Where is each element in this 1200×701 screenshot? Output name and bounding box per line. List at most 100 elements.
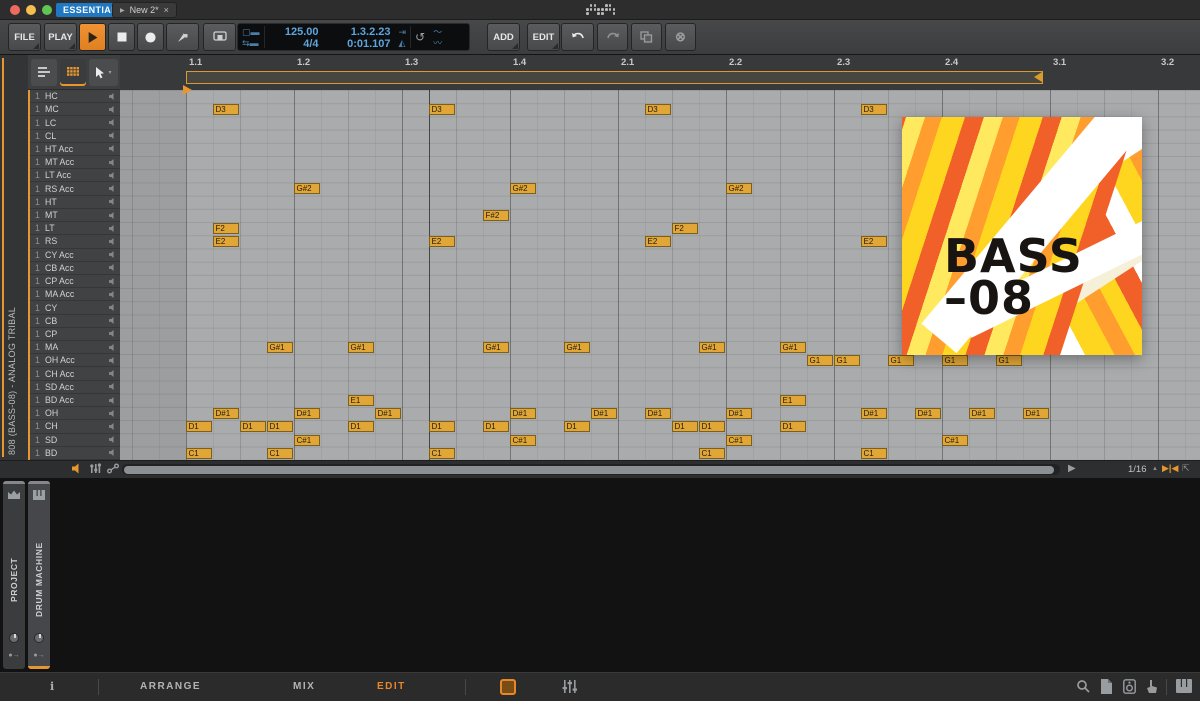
- note-e2[interactable]: E2: [213, 236, 239, 248]
- undo-button[interactable]: [561, 23, 594, 51]
- track-mute-speaker-icon[interactable]: [109, 171, 116, 179]
- note-d3[interactable]: D3: [861, 104, 887, 116]
- view-tab-arrange[interactable]: ARRANGE: [140, 681, 201, 692]
- note-e1[interactable]: E1: [348, 394, 374, 406]
- track-mute-speaker-icon[interactable]: [109, 277, 116, 285]
- track-mute-speaker-icon[interactable]: [109, 185, 116, 193]
- note-d1[interactable]: D1: [186, 421, 212, 433]
- record-button[interactable]: [137, 23, 164, 51]
- note-d3[interactable]: D3: [213, 104, 239, 116]
- note-ds1[interactable]: D#1: [726, 408, 752, 420]
- timesig-value[interactable]: 4/4: [269, 38, 318, 50]
- maximize-window-button[interactable]: [42, 5, 52, 15]
- note-e2[interactable]: E2: [429, 236, 455, 248]
- track-row-sd[interactable]: 1 SD: [28, 434, 120, 447]
- track-row-ma[interactable]: 1 MA: [28, 341, 120, 355]
- snap-stepper-icon[interactable]: ▲: [1152, 466, 1158, 472]
- note-gs2[interactable]: G#2: [294, 183, 320, 195]
- punch-in-icon[interactable]: ⇥: [399, 27, 407, 37]
- note-cs1[interactable]: C#1: [510, 434, 536, 446]
- note-gs1[interactable]: G#1: [483, 342, 509, 354]
- timeline-ruler[interactable]: 1.1 1.2 1.3 1.4 2.1 2.2 2.3 2.4 3.1 3.2: [120, 55, 1200, 95]
- track-mute-speaker-icon[interactable]: [109, 290, 116, 298]
- note-d1[interactable]: D1: [429, 421, 455, 433]
- track-mute-speaker-icon[interactable]: [109, 383, 116, 391]
- knob-panel-icon[interactable]: [34, 633, 44, 643]
- note-ds1[interactable]: D#1: [1023, 408, 1049, 420]
- track-row-ht-acc[interactable]: 1 HT Acc: [28, 143, 120, 157]
- track-mute-speaker-icon[interactable]: [109, 330, 116, 338]
- note-d1[interactable]: D1: [240, 421, 266, 433]
- tab-close-icon[interactable]: ×: [164, 5, 169, 15]
- scrollbar-thumb[interactable]: [124, 465, 1054, 474]
- note-d1[interactable]: D1: [267, 421, 293, 433]
- audio-engine-icon[interactable]: [1123, 679, 1136, 699]
- note-cs1[interactable]: C#1: [726, 434, 752, 446]
- note-d1[interactable]: D1: [780, 421, 806, 433]
- touch-mode-icon[interactable]: [1146, 679, 1159, 699]
- delete-button[interactable]: ⊗: [665, 23, 696, 51]
- track-row-mt[interactable]: 1 MT: [28, 209, 120, 223]
- track-mute-speaker-icon[interactable]: [109, 317, 116, 325]
- loop-end-handle[interactable]: [1034, 72, 1042, 82]
- tempo-value[interactable]: 125.00: [269, 26, 319, 38]
- track-mute-speaker-icon[interactable]: [109, 409, 116, 417]
- arranger-loop-icon[interactable]: ▢▬: [242, 27, 260, 37]
- track-row-cy[interactable]: 1 CY: [28, 301, 120, 315]
- track-row-cy-acc[interactable]: 1 CY Acc: [28, 249, 120, 262]
- note-e1[interactable]: E1: [780, 394, 806, 406]
- note-ds1[interactable]: D#1: [375, 408, 401, 420]
- note-gs2[interactable]: G#2: [510, 183, 536, 195]
- stop-button[interactable]: [108, 23, 135, 51]
- track-row-rs-acc[interactable]: 1 RS Acc: [28, 182, 120, 196]
- note-c1[interactable]: C1: [429, 447, 455, 459]
- track-mute-speaker-icon[interactable]: [109, 198, 116, 206]
- swing-straight-icon[interactable]: 〜: [433, 27, 442, 37]
- play-button[interactable]: [79, 23, 106, 51]
- info-icon[interactable]: i: [50, 680, 54, 693]
- view-tab-mix[interactable]: MIX: [293, 681, 315, 692]
- note-c1[interactable]: C1: [861, 447, 887, 459]
- note-gs1[interactable]: G#1: [780, 342, 806, 354]
- modulation-icon[interactable]: ●→: [33, 652, 44, 659]
- note-ds1[interactable]: D#1: [294, 408, 320, 420]
- track-row-mt-acc[interactable]: 1 MT Acc: [28, 156, 120, 170]
- track-row-sd-acc[interactable]: 1 SD Acc: [28, 381, 120, 394]
- tab-drum-machine[interactable]: DRUM MACHINE ●→: [28, 481, 50, 669]
- track-row-ma-acc[interactable]: 1 MA Acc: [28, 288, 120, 302]
- playback-start-marker[interactable]: [183, 85, 192, 95]
- track-row-lc[interactable]: 1 LC: [28, 116, 120, 130]
- track-row-lt-acc[interactable]: 1 LT Acc: [28, 169, 120, 183]
- note-ds1[interactable]: D#1: [591, 408, 617, 420]
- drum-grid-view-button[interactable]: [60, 59, 86, 86]
- note-ds1[interactable]: D#1: [915, 408, 941, 420]
- note-velocity-icon[interactable]: [90, 463, 101, 477]
- track-row-rs[interactable]: 1 RS: [28, 235, 120, 249]
- virtual-keyboard-icon[interactable]: [1176, 679, 1192, 698]
- browser-file-icon[interactable]: [1100, 679, 1113, 699]
- track-mute-speaker-icon[interactable]: [109, 132, 116, 140]
- note-g1[interactable]: G1: [807, 355, 833, 367]
- track-row-lt[interactable]: 1 LT: [28, 222, 120, 236]
- mixer-panel-icon[interactable]: [562, 679, 577, 699]
- track-mute-speaker-icon[interactable]: [109, 264, 116, 272]
- track-mute-speaker-icon[interactable]: [109, 370, 116, 378]
- grid-snap-value[interactable]: 1/16: [1128, 464, 1147, 475]
- track-mute-speaker-icon[interactable]: [109, 436, 116, 444]
- snap-toggle-icon[interactable]: ▶|◀: [1162, 463, 1178, 474]
- track-row-cl[interactable]: 1 CL: [28, 130, 120, 143]
- adaptive-grid-icon[interactable]: ⇱: [1182, 463, 1190, 474]
- track-mute-speaker-icon[interactable]: [109, 224, 116, 232]
- note-c1[interactable]: C1: [699, 447, 725, 459]
- duplicate-button[interactable]: [631, 23, 662, 51]
- note-list-view-button[interactable]: [31, 59, 57, 86]
- note-gs1[interactable]: G#1: [348, 342, 374, 354]
- play-menu-button[interactable]: PLAY: [44, 23, 77, 51]
- redo-button[interactable]: [597, 23, 628, 51]
- track-row-mc[interactable]: 1 MC: [28, 103, 120, 117]
- note-d1[interactable]: D1: [699, 421, 725, 433]
- track-mute-speaker-icon[interactable]: [109, 449, 116, 457]
- note-d3[interactable]: D3: [429, 104, 455, 116]
- note-gs1[interactable]: G#1: [564, 342, 590, 354]
- track-row-oh[interactable]: 1 OH: [28, 407, 120, 421]
